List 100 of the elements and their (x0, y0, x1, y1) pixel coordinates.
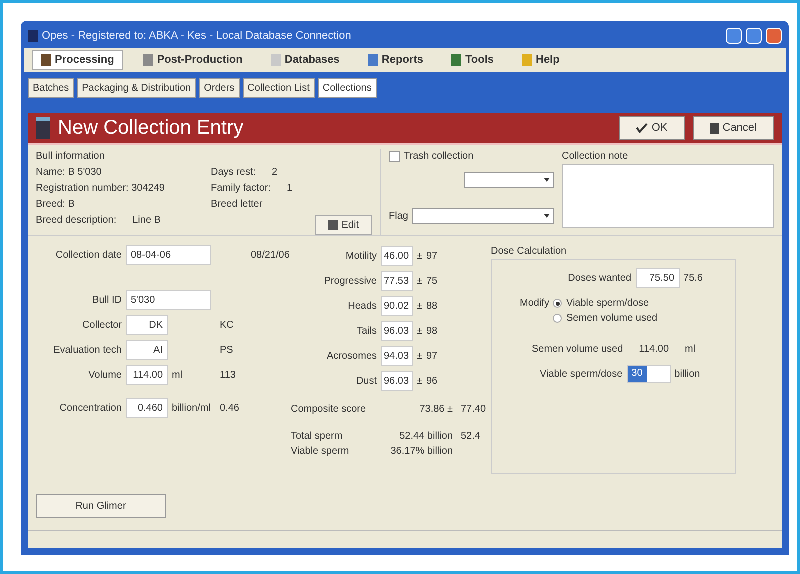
checkbox-label: Trash collection (404, 150, 474, 164)
reference-value: 98 (426, 324, 438, 338)
reference-value: 75.6 (684, 272, 703, 286)
info-text: Registration number: 304249 (36, 182, 165, 196)
field-label: Volume (88, 368, 123, 382)
dropdown-arrow-icon (544, 178, 550, 182)
score-field[interactable]: 46.00 (381, 246, 413, 266)
info-value: 2 (272, 166, 278, 180)
reference-value: 113 (220, 368, 236, 382)
field-label: Evaluation tech (52, 344, 123, 358)
app-icon (28, 30, 38, 42)
score-label: Progressive (323, 274, 378, 288)
info-text: Days rest: (211, 166, 256, 180)
unit-text: billion/ml (172, 402, 211, 414)
text-field[interactable]: AI (126, 340, 168, 360)
edit-button[interactable]: Edit (314, 215, 372, 235)
tab[interactable]: Packaging & Distribution (77, 78, 196, 98)
field-label: Semen volume used (532, 343, 624, 357)
run-button[interactable]: Run Glimer (36, 494, 166, 518)
reference-value: 08/21/06 (251, 248, 290, 262)
menu-icon (270, 54, 281, 66)
summary-value: 52.44 billion (398, 430, 453, 444)
tab[interactable]: Collections (318, 78, 377, 98)
text-field[interactable]: 5'030 (126, 290, 211, 310)
note-label: Collection note (562, 150, 630, 164)
field-label: Bull ID (92, 294, 123, 308)
radio-label: Semen volume used (566, 312, 658, 326)
document-icon (36, 117, 50, 139)
dropdown-arrow-icon (544, 214, 550, 218)
text-field[interactable]: 114.00 (126, 365, 168, 385)
close-icon[interactable] (766, 28, 782, 44)
info-text: Family factor: (211, 182, 272, 196)
field-label: Doses wanted (568, 272, 632, 286)
tab[interactable]: Collection List (242, 78, 315, 98)
unit-text: billion (674, 368, 700, 382)
menu-item[interactable]: Post-Production (135, 50, 251, 70)
reference-value: 52.4 (460, 430, 480, 444)
radio-button[interactable] (553, 299, 562, 308)
info-text: Breed description: (36, 214, 117, 228)
menu-item[interactable]: Reports (360, 50, 432, 70)
dropdown[interactable] (464, 172, 554, 188)
score-label: Motility (344, 250, 378, 264)
menu-icon (368, 54, 378, 66)
plus-minus-sign: ± (416, 274, 424, 288)
radio-label: Viable sperm/dose (566, 297, 650, 311)
unit-text: ml (685, 343, 696, 357)
unit-text: ml (172, 370, 183, 380)
note-field[interactable] (562, 164, 774, 228)
field-label: Modify (520, 297, 550, 311)
info-value: Line B (132, 214, 161, 228)
score-field[interactable]: 96.03 (381, 371, 413, 391)
reference-value: 77.40 (460, 403, 486, 417)
field-label: Collection date (54, 248, 123, 262)
group-heading: Dose Calculation (491, 245, 568, 259)
info-text: Breed: B (36, 198, 75, 212)
radio-button[interactable] (553, 314, 562, 323)
summary-value: 73.86 ± (418, 403, 453, 417)
menu-item[interactable]: Tools (443, 50, 502, 70)
check-icon (636, 123, 648, 133)
doses-field[interactable]: 75.50 (636, 268, 680, 288)
summary-label: Composite score (291, 403, 368, 417)
field-label: Flag (389, 210, 408, 224)
summary-label: Total sperm (291, 430, 344, 444)
reference-value: KC (220, 318, 234, 332)
summary-value: 36.17% billion (390, 445, 453, 459)
plus-minus-sign: ± (416, 250, 424, 264)
plus-minus-sign: ± (416, 324, 424, 338)
text-field[interactable]: 08-04-06 (126, 245, 211, 265)
cancel-button[interactable]: Cancel (692, 116, 774, 140)
score-field[interactable]: 96.03 (381, 321, 413, 341)
reference-value: 75 (426, 274, 438, 288)
summary-label: Viable sperm (291, 445, 350, 459)
field-label: Collector (82, 318, 123, 332)
menu-item[interactable]: Databases (262, 50, 348, 70)
menu-icon (41, 54, 51, 66)
flag-dropdown[interactable] (412, 208, 554, 224)
info-text: Name: B 5'030 (36, 166, 102, 180)
score-field[interactable]: 77.53 (381, 271, 413, 291)
reference-value: 88 (426, 300, 438, 314)
menu-item[interactable]: Help (514, 50, 568, 70)
text-field[interactable]: 0.460 (126, 398, 168, 418)
score-label: Dust (355, 374, 378, 388)
viable-field[interactable]: 30 (626, 365, 671, 383)
ok-button[interactable]: OK (618, 116, 685, 140)
text-field[interactable]: DK (126, 315, 168, 335)
checkbox[interactable] (389, 151, 400, 162)
score-label: Acrosomes (326, 350, 378, 364)
reference-value: 97 (426, 350, 438, 364)
score-field[interactable]: 90.02 (381, 296, 413, 316)
reference-value: 0.46 (220, 402, 240, 416)
tab[interactable]: Orders (199, 78, 240, 98)
tab[interactable]: Batches (28, 78, 74, 98)
menu-item[interactable]: Processing (32, 50, 124, 70)
score-label: Heads (347, 300, 378, 314)
plus-minus-sign: ± (416, 300, 424, 314)
score-label: Tails (356, 324, 378, 338)
window-title: Opes - Registered to: ABKA - Kes - Local Database Connection (42, 28, 352, 44)
score-field[interactable]: 94.03 (381, 346, 413, 366)
section-heading: Bull information (36, 150, 106, 164)
reference-value: PS (220, 344, 234, 358)
